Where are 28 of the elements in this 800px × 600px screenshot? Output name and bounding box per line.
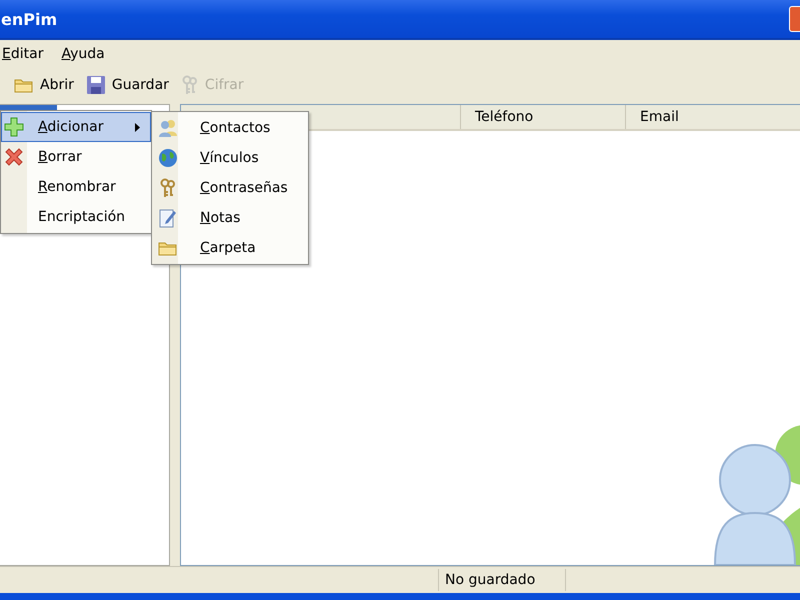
note-icon	[159, 208, 177, 228]
column-header[interactable]: Teléfono	[460, 105, 625, 129]
delete-icon	[4, 147, 24, 167]
caret-icon	[135, 122, 140, 132]
folder-icon	[158, 240, 178, 256]
toolbar-button[interactable]: Guardar	[82, 73, 173, 97]
menu-item[interactable]: Borrar	[1, 142, 151, 172]
keys-icon	[159, 178, 177, 198]
menu-item[interactable]: Encriptación	[1, 202, 151, 232]
close-button[interactable]	[789, 6, 800, 32]
menu-item[interactable]: Adicionar	[1, 112, 151, 142]
menu-item[interactable]: Contactos	[152, 113, 308, 143]
menu-item[interactable]: Editar	[2, 46, 44, 62]
status-text: No guardado	[438, 569, 566, 591]
keys-icon	[180, 75, 199, 95]
globe-icon	[158, 148, 178, 168]
menu-item[interactable]: Vínculos	[152, 143, 308, 173]
menu-item[interactable]: Contraseñas	[152, 173, 308, 203]
plus-icon	[4, 117, 24, 137]
window-title: enPim	[0, 10, 58, 28]
menu-item[interactable]: Ayuda	[61, 46, 105, 62]
people-icon	[158, 119, 178, 137]
folder-icon	[14, 77, 34, 93]
column-header[interactable]: Email	[625, 105, 800, 129]
menu-item[interactable]: Carpeta	[152, 233, 308, 263]
menu-item[interactable]: Renombrar	[1, 172, 151, 202]
menu-item[interactable]: Notas	[152, 203, 308, 233]
toolbar-button[interactable]: Abrir	[10, 75, 78, 95]
